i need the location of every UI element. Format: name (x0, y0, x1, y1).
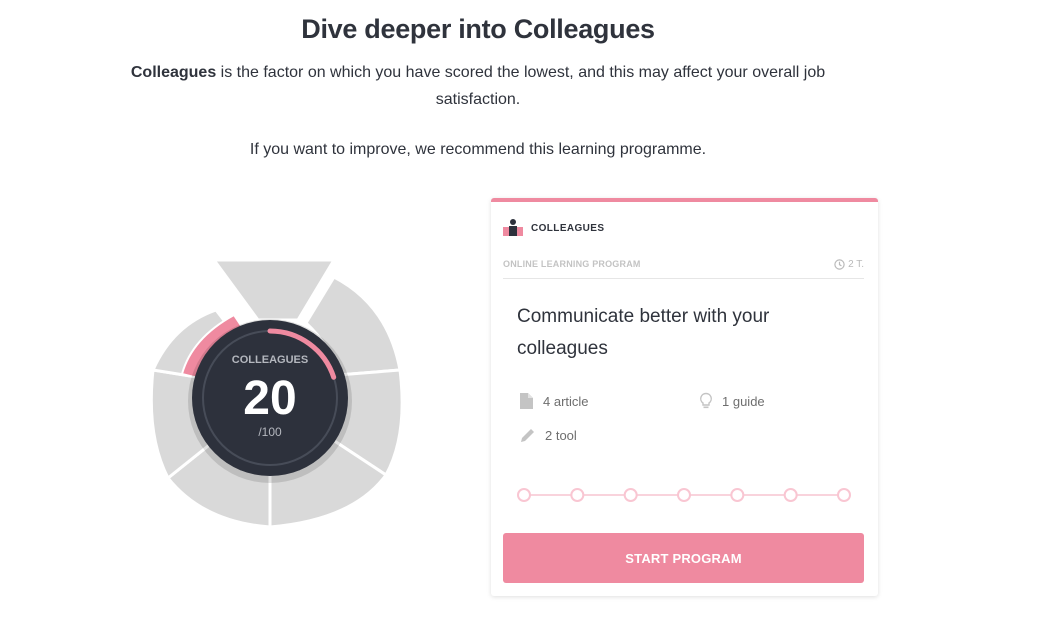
card-category: COLLEAGUES (531, 222, 605, 234)
program-title: Communicate better with your colleagues (517, 306, 770, 359)
article-count-label: 4 article (543, 393, 589, 409)
progress-step (783, 488, 798, 502)
colleagues-icon (503, 219, 523, 236)
program-progress (517, 488, 851, 502)
program-card[interactable]: COLLEAGUES ONLINE LEARNING PROGRAM 2 T. … (491, 198, 878, 596)
factor-wheel: COLLEAGUES 20 /100 (148, 250, 408, 530)
article-count: 4 article (519, 392, 589, 410)
start-program-button[interactable]: START PROGRAM (503, 533, 864, 583)
program-duration-value: 2 T. (848, 259, 864, 270)
tool-count-label: 2 tool (545, 428, 577, 443)
progress-step (570, 488, 585, 502)
tool-count: 2 tool (519, 427, 577, 444)
score-label: COLLEAGUES (232, 354, 308, 366)
program-duration: 2 T. (834, 259, 864, 270)
pencil-icon (521, 429, 534, 442)
card-type-row: ONLINE LEARNING PROGRAM 2 T. (503, 259, 864, 279)
progress-step (623, 488, 638, 502)
lightbulb-icon (700, 392, 712, 409)
score-max: /100 (258, 425, 282, 439)
intro-factor: Colleagues (130, 64, 217, 81)
guide-count: 1 guide (699, 392, 765, 410)
clock-icon (834, 259, 845, 270)
progress-step (730, 488, 745, 502)
progress-step (677, 488, 691, 502)
factor-wheel-graphic: COLLEAGUES 20 /100 (149, 258, 404, 529)
page-title: Dive deeper into Colleagues (301, 14, 655, 44)
progress-step (837, 488, 851, 502)
recommendation-text: If you want to improve, we recommend thi… (249, 141, 707, 158)
intro-body: is the factor on which you have scored t… (216, 64, 826, 108)
intro-text: Colleagues is the factor on which you ha… (110, 59, 846, 113)
progress-step (517, 488, 531, 502)
program-type: ONLINE LEARNING PROGRAM (503, 259, 641, 269)
document-icon (520, 393, 533, 409)
score-value: 20 (243, 372, 296, 425)
card-header: COLLEAGUES (503, 218, 604, 238)
guide-count-label: 1 guide (722, 393, 765, 409)
